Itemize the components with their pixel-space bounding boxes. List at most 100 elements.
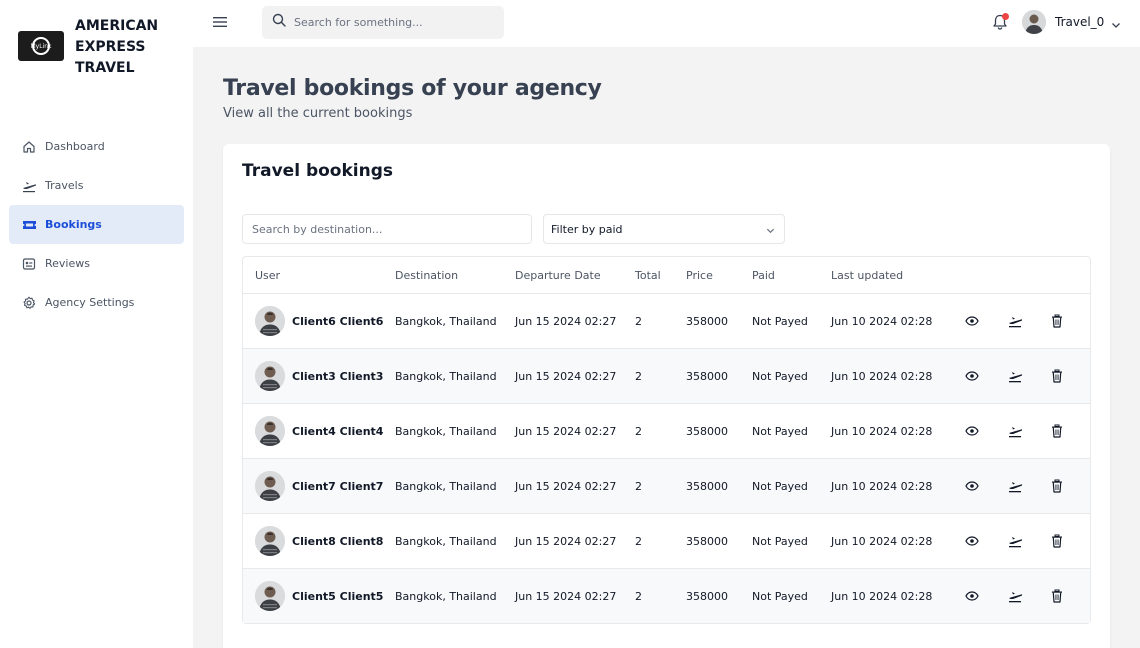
- ticket-icon: [21, 217, 37, 233]
- user-cell: Client4 Client4: [255, 416, 383, 446]
- plane-takeoff-icon: [21, 178, 37, 194]
- sidebar-item-label: Agency Settings: [45, 296, 135, 309]
- user-cell: Client5 Client5: [255, 581, 383, 611]
- brand-name-line: AMERICAN: [75, 18, 159, 34]
- total-cell: 2: [635, 589, 642, 603]
- gear-icon: [21, 295, 37, 311]
- brand[interactable]: MyLink AMERICAN EXPRESS TRAVEL: [18, 16, 175, 79]
- plane-takeoff-icon[interactable]: [1007, 313, 1023, 329]
- plane-takeoff-icon[interactable]: [1007, 533, 1023, 549]
- eye-icon[interactable]: [964, 313, 980, 329]
- paid-status-cell: Not Payed: [752, 534, 808, 548]
- departure-date-cell: Jun 15 2024 02:27: [515, 424, 617, 438]
- card-title: Travel bookings: [242, 161, 393, 181]
- table-row[interactable]: Client3 Client3 Bangkok, Thailand Jun 15…: [243, 348, 1090, 403]
- user-name: Travel_0: [1055, 15, 1105, 29]
- bell-icon[interactable]: [991, 13, 1011, 33]
- sidebar-item-label: Reviews: [45, 257, 90, 270]
- paid-status-cell: Not Payed: [752, 369, 808, 383]
- page-subtitle: View all the current bookings: [223, 106, 413, 121]
- total-cell: 2: [635, 534, 642, 548]
- eye-icon[interactable]: [964, 368, 980, 384]
- last-updated-cell: Jun 10 2024 02:28: [831, 589, 933, 603]
- column-header: Paid: [752, 268, 775, 282]
- user-cell: Client7 Client7: [255, 471, 383, 501]
- plane-takeoff-icon[interactable]: [1007, 423, 1023, 439]
- last-updated-cell: Jun 10 2024 02:28: [831, 369, 933, 383]
- user-name: Client5 Client5: [292, 589, 384, 603]
- avatar: [255, 361, 285, 391]
- sidebar-item-dashboard[interactable]: Dashboard: [9, 127, 184, 166]
- sidebar: MyLink AMERICAN EXPRESS TRAVEL Dashboard…: [0, 0, 193, 648]
- last-updated-cell: Jun 10 2024 02:28: [831, 479, 933, 493]
- price-cell: 358000: [686, 589, 728, 603]
- notification-dot: [1002, 13, 1009, 20]
- logo-mark: MyLink: [31, 37, 52, 55]
- last-updated-cell: Jun 10 2024 02:28: [831, 534, 933, 548]
- plane-takeoff-icon[interactable]: [1007, 478, 1023, 494]
- total-cell: 2: [635, 314, 642, 328]
- paid-status-cell: Not Payed: [752, 589, 808, 603]
- trash-icon[interactable]: [1049, 368, 1065, 384]
- search-input[interactable]: [294, 16, 484, 29]
- plane-takeoff-icon[interactable]: [1007, 368, 1023, 384]
- table-row[interactable]: Client7 Client7 Bangkok, Thailand Jun 15…: [243, 458, 1090, 513]
- bookings-table: User Destination Departure Date Total Pr…: [242, 256, 1091, 624]
- trash-icon[interactable]: [1049, 588, 1065, 604]
- table-row[interactable]: Client5 Client5 Bangkok, Thailand Jun 15…: [243, 568, 1090, 623]
- table-row[interactable]: Client8 Client8 Bangkok, Thailand Jun 15…: [243, 513, 1090, 568]
- table-row[interactable]: Client4 Client4 Bangkok, Thailand Jun 15…: [243, 403, 1090, 458]
- avatar: [255, 471, 285, 501]
- brand-name: AMERICAN EXPRESS TRAVEL: [75, 16, 175, 79]
- eye-icon[interactable]: [964, 478, 980, 494]
- total-cell: 2: [635, 369, 642, 383]
- destination-cell: Bangkok, Thailand: [395, 589, 497, 603]
- departure-date-cell: Jun 15 2024 02:27: [515, 314, 617, 328]
- sidebar-item-travels[interactable]: Travels: [9, 166, 184, 205]
- sidebar-item-agency-settings[interactable]: Agency Settings: [9, 283, 184, 322]
- price-cell: 358000: [686, 534, 728, 548]
- avatar: [255, 581, 285, 611]
- trash-icon[interactable]: [1049, 313, 1065, 329]
- user-name: Client7 Client7: [292, 479, 384, 493]
- eye-icon[interactable]: [964, 423, 980, 439]
- sidebar-item-label: Dashboard: [45, 140, 105, 153]
- paid-status-cell: Not Payed: [752, 314, 808, 328]
- table-header: User Destination Departure Date Total Pr…: [243, 257, 1090, 293]
- total-cell: 2: [635, 479, 642, 493]
- brand-name-line: TRAVEL: [75, 60, 135, 76]
- eye-icon[interactable]: [964, 588, 980, 604]
- trash-icon[interactable]: [1049, 533, 1065, 549]
- chevron-down-icon: [766, 225, 775, 234]
- trash-icon[interactable]: [1049, 423, 1065, 439]
- sidebar-nav: Dashboard Travels Bookings Reviews Agenc…: [9, 127, 184, 322]
- eye-icon[interactable]: [964, 533, 980, 549]
- user-cell: Client3 Client3: [255, 361, 383, 391]
- sidebar-item-bookings[interactable]: Bookings: [9, 205, 184, 244]
- global-search: [262, 6, 504, 39]
- avatar: [1022, 10, 1046, 34]
- reviews-icon: [21, 256, 37, 272]
- price-cell: 358000: [686, 424, 728, 438]
- user-name: Client6 Client6: [292, 314, 384, 328]
- bookings-card: Travel bookings Filter by paid User Dest…: [223, 144, 1110, 648]
- user-cell: Client8 Client8: [255, 526, 383, 556]
- avatar: [255, 526, 285, 556]
- paid-filter-select[interactable]: Filter by paid: [543, 214, 785, 244]
- table-row[interactable]: Client6 Client6 Bangkok, Thailand Jun 15…: [243, 293, 1090, 348]
- user-menu[interactable]: Travel_0: [1022, 10, 1121, 34]
- column-header: Departure Date: [515, 268, 601, 282]
- trash-icon[interactable]: [1049, 478, 1065, 494]
- chevron-down-icon: [1111, 17, 1121, 28]
- menu-icon[interactable]: [213, 15, 227, 29]
- sidebar-item-reviews[interactable]: Reviews: [9, 244, 184, 283]
- departure-date-cell: Jun 15 2024 02:27: [515, 589, 617, 603]
- page-title: Travel bookings of your agency: [223, 76, 602, 101]
- sidebar-item-label: Bookings: [45, 218, 102, 231]
- brand-name-line: EXPRESS: [75, 39, 146, 55]
- table-body: Client6 Client6 Bangkok, Thailand Jun 15…: [243, 293, 1090, 623]
- price-cell: 358000: [686, 479, 728, 493]
- destination-search-input[interactable]: [242, 214, 532, 244]
- avatar: [255, 416, 285, 446]
- plane-takeoff-icon[interactable]: [1007, 588, 1023, 604]
